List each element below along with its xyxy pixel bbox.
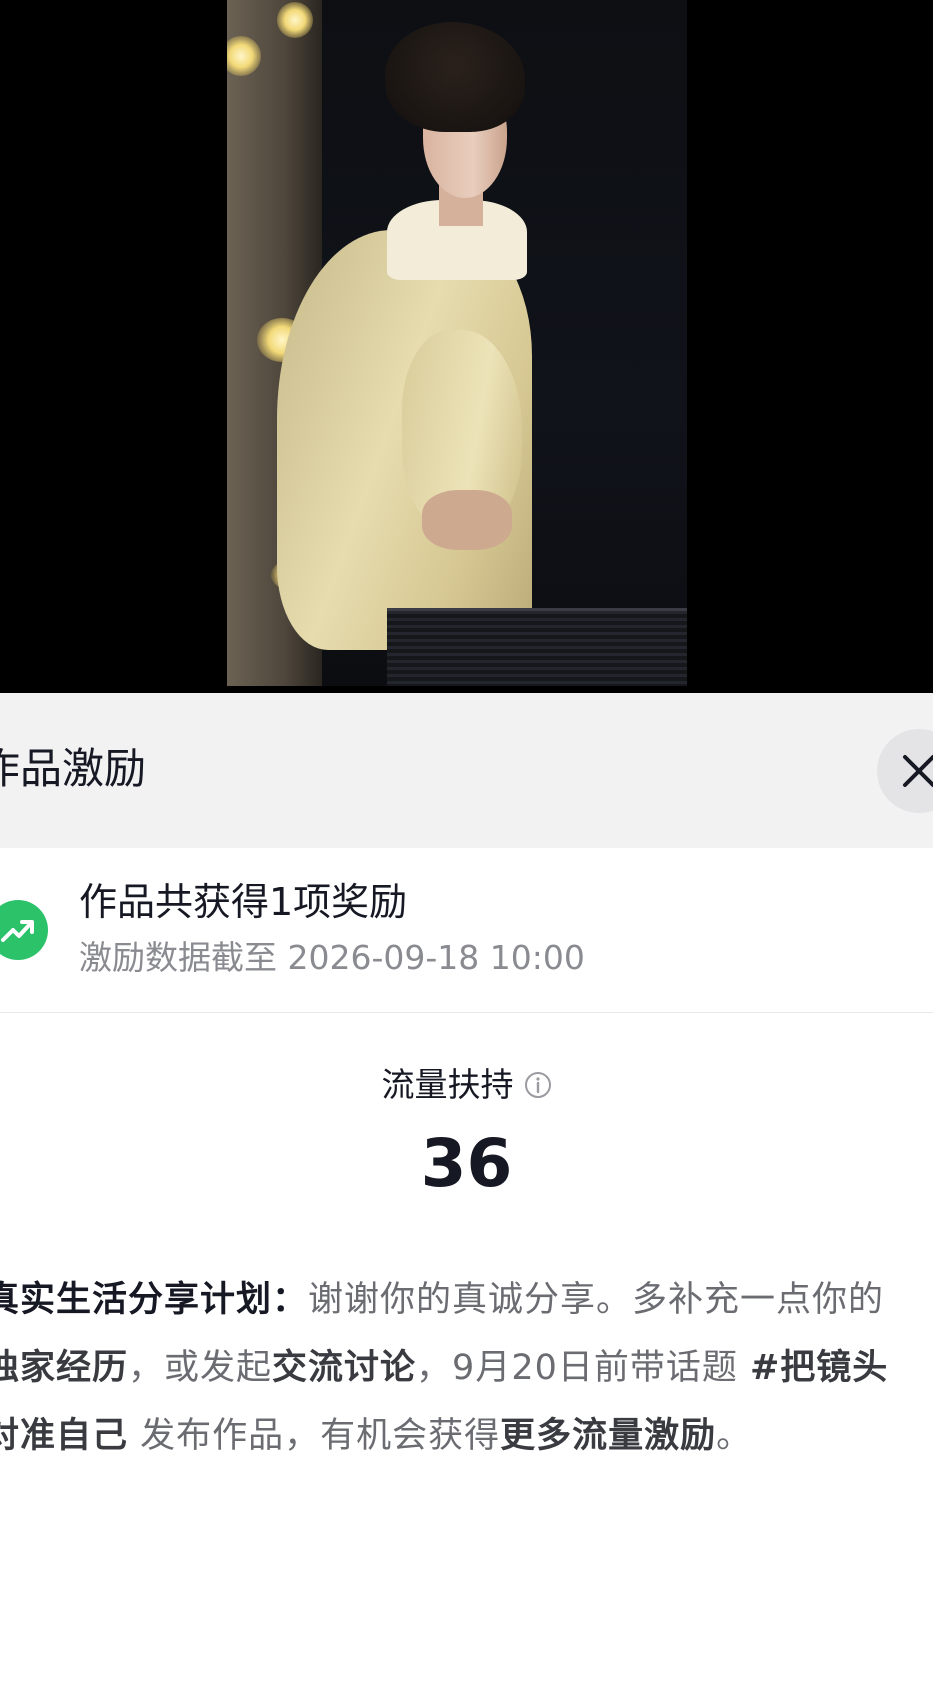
- description-highlight: 更多流量激励: [500, 1416, 717, 1456]
- metric-value: 36: [420, 1125, 513, 1202]
- incentive-description: 真实生活分享计划：谢谢你的真诚分享。多补充一点你的独家经历，或发起交流讨论，9月…: [0, 1266, 919, 1470]
- video-light: [277, 2, 313, 38]
- video-speaker-box: [387, 608, 687, 686]
- video-frame[interactable]: [227, 0, 687, 686]
- info-icon[interactable]: [524, 1071, 552, 1099]
- description-highlight: 独家经历: [0, 1348, 129, 1388]
- description-highlight: 交流讨论: [272, 1348, 417, 1388]
- description-text: 谢谢你的真诚分享。多补充一点你的: [308, 1280, 885, 1320]
- video-subject-hands: [422, 490, 512, 550]
- trend-up-icon: [1, 920, 34, 942]
- close-button[interactable]: [877, 729, 933, 813]
- reward-data-timestamp: 激励数据截至 2026-09-18 10:00: [79, 938, 585, 977]
- traffic-support-metric: 流量扶持 36: [0, 1062, 933, 1204]
- plan-title: 真实生活分享计划：: [0, 1280, 309, 1320]
- metric-label-row: 流量扶持: [382, 1062, 552, 1108]
- trend-badge: [0, 900, 48, 960]
- reward-summary-title: 作品共获得1项奖励: [79, 880, 408, 924]
- description-text: 发布作品，有机会获得: [128, 1416, 501, 1456]
- description-text: ，或发起: [128, 1348, 273, 1388]
- sheet-title: 作品激励: [0, 744, 147, 793]
- screen: 作品激励 作品共获得1项奖励 激励数据截至 2026-09-18 10:00 流…: [0, 0, 933, 1697]
- video-player[interactable]: [0, 0, 933, 693]
- description-text: ，9月20日前带话题: [416, 1348, 750, 1388]
- video-subject-hair: [385, 22, 525, 132]
- description-text: 。: [716, 1416, 753, 1456]
- sheet-body: 作品共获得1项奖励 激励数据截至 2026-09-18 10:00 流量扶持 3…: [0, 848, 933, 1697]
- reward-summary: 作品共获得1项奖励 激励数据截至 2026-09-18 10:00: [0, 848, 933, 1013]
- metric-label: 流量扶持: [381, 1065, 514, 1104]
- close-icon: [903, 755, 933, 787]
- sheet-header: 作品激励: [0, 693, 933, 848]
